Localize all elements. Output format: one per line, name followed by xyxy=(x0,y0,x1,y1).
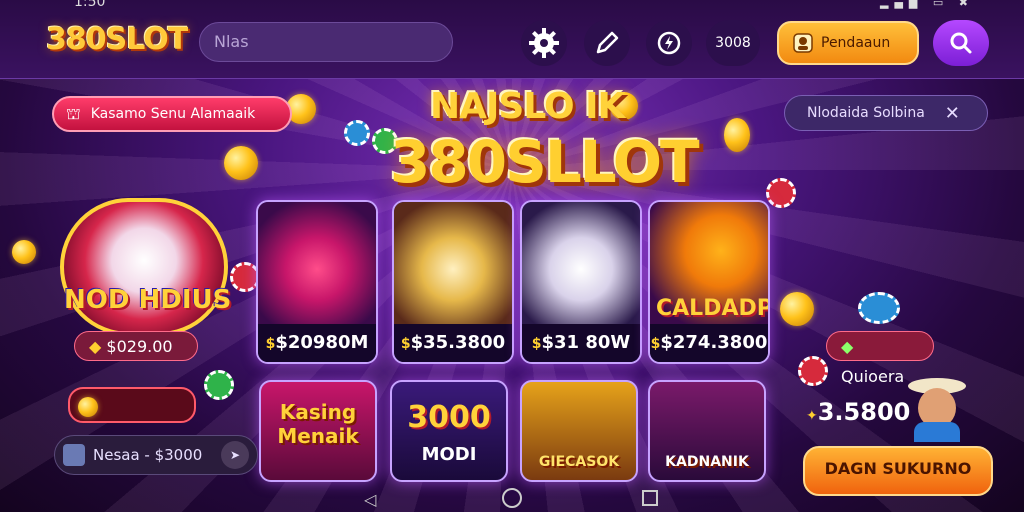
bolt-icon xyxy=(657,31,681,55)
chip-decoration xyxy=(344,120,370,146)
promo-banner[interactable]: ⛫ Kasamo Senu Alamaaik xyxy=(52,96,292,132)
play-icon[interactable]: ➤ xyxy=(221,441,249,469)
game-card-small[interactable]: GIECASOK xyxy=(520,380,638,482)
featured-price-value: $029.00 xyxy=(106,337,173,356)
game-card-small-label: KADNANIK xyxy=(665,454,749,470)
coin-icon xyxy=(78,397,98,417)
game-card-small-label: GIECASOK xyxy=(538,454,620,470)
promo-label: Kasamo Senu Alamaaik xyxy=(90,106,256,122)
coin-decoration xyxy=(12,240,36,264)
deposit-label: Pendaaun xyxy=(821,35,891,51)
featured-label: NOD HDIUS xyxy=(64,285,232,315)
avatar xyxy=(63,444,85,466)
bonus-button[interactable] xyxy=(646,20,692,66)
game-card-small[interactable]: 3000 MODI xyxy=(390,380,508,482)
mascot-avatar xyxy=(904,378,966,442)
game-card-small-label: Kasing Menaik xyxy=(277,400,359,448)
game-card-small[interactable]: KADNANIK xyxy=(648,380,766,482)
game-card-price: $$35.3800 xyxy=(394,324,512,362)
game-card[interactable]: $$31 80W xyxy=(520,200,642,364)
hero-title-main: 380SLLOT xyxy=(390,128,700,196)
chip-decoration xyxy=(858,292,900,324)
gear-icon xyxy=(529,28,559,58)
settings-button[interactable] xyxy=(521,20,567,66)
game-card[interactable]: $$35.3800 xyxy=(392,200,514,364)
close-icon[interactable]: ✕ xyxy=(945,103,960,124)
game-card-price: $$20980M xyxy=(258,324,376,362)
recents-icon[interactable] xyxy=(642,490,658,506)
game-card-image xyxy=(258,202,376,324)
game-card[interactable]: $$20980M xyxy=(256,200,378,364)
coin-icon: ◆ xyxy=(89,337,102,356)
winner-ticker[interactable]: Nesaa - $3000 ➤ xyxy=(54,435,258,475)
coin-decoration xyxy=(224,146,258,180)
featured-price[interactable]: ◆ $029.00 xyxy=(74,331,198,361)
notice-label: Nlodaida Solbina xyxy=(807,105,925,121)
back-icon[interactable]: ◁ xyxy=(364,490,376,509)
jackpot-counter[interactable]: 3910000 xyxy=(68,387,196,453)
search-input[interactable]: Nlas xyxy=(199,22,453,62)
status-time: 1:50 xyxy=(74,0,106,10)
game-card[interactable]: CALDADP $$274.3800 xyxy=(648,200,770,364)
chip-decoration xyxy=(204,370,234,400)
search-button[interactable] xyxy=(933,20,989,66)
hero-title-top: NAJSLO IK xyxy=(430,86,625,127)
game-card-price: $$31 80W xyxy=(522,324,640,362)
deposit-button[interactable]: Pendaaun xyxy=(777,21,919,65)
coin-icon: ✦ xyxy=(806,408,818,424)
game-card-price: $$274.3800 xyxy=(650,324,768,362)
chip-decoration xyxy=(798,356,828,386)
game-card-small-label: 3000 xyxy=(407,400,491,435)
game-card-small-sub: MODI xyxy=(421,444,477,465)
home-icon[interactable] xyxy=(502,488,522,508)
notice-banner[interactable]: Nlodaida Solbina ✕ xyxy=(784,95,988,131)
search-icon xyxy=(950,32,972,54)
winner-text: Nesaa - $3000 xyxy=(93,446,203,464)
game-card-label: CALDADP xyxy=(656,296,770,321)
payout-amount: ✦3.5800 xyxy=(806,398,911,426)
top-bar: 1:50 ▂▄▆ ▭ ✖ 380SLOT Nlas 3008 Pendaaun xyxy=(0,0,1024,79)
wallet-icon xyxy=(793,33,813,53)
pen-icon xyxy=(596,31,619,54)
featured-wheel-image[interactable] xyxy=(60,198,228,336)
gift-icon: ⛫ xyxy=(66,103,81,123)
category-tag[interactable]: ◆ Quioera xyxy=(826,331,934,386)
status-icons: ▂▄▆ ▭ ✖ xyxy=(880,0,974,9)
diamond-icon: ◆ xyxy=(841,337,854,356)
category-tag-label: Quioera xyxy=(841,367,905,386)
game-card-small[interactable]: Kasing Menaik xyxy=(259,380,377,482)
edit-button[interactable] xyxy=(584,20,630,66)
coin-balance[interactable]: 3008 xyxy=(706,20,760,66)
game-card-image xyxy=(522,202,640,324)
coin-decoration xyxy=(724,118,750,152)
game-card-image xyxy=(394,202,512,324)
system-nav-bar: ◁ xyxy=(0,486,1024,512)
chip-decoration xyxy=(766,178,796,208)
coin-decoration xyxy=(780,292,814,326)
app-logo[interactable]: 380SLOT xyxy=(46,22,188,57)
